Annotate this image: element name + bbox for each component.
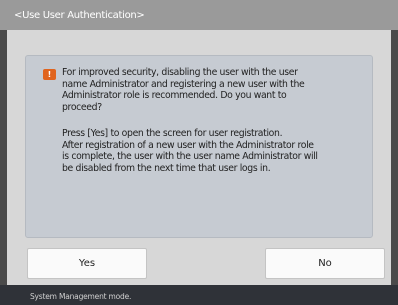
no-button[interactable]: No (265, 248, 385, 279)
screen-title: <Use User Authentication> (0, 0, 398, 30)
screen: <Use User Authentication> ! For improved… (0, 0, 398, 305)
message-text-1: For improved security, disabling the use… (62, 67, 305, 113)
yes-button[interactable]: Yes (27, 248, 147, 279)
warning-icon: ! (43, 69, 56, 80)
status-bar: System Management mode. (0, 285, 398, 305)
message-text-2: Press [Yes] to open the screen for user … (62, 128, 318, 174)
